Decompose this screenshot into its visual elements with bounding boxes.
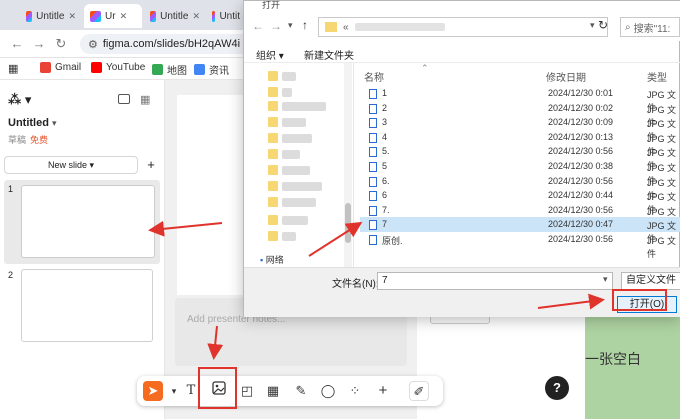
arrow-to-image-tool: [207, 325, 224, 360]
annotation-arrows: [148, 220, 605, 360]
arrow-to-slide: [148, 220, 223, 237]
arrow-to-open-button: [537, 293, 605, 310]
arrow-to-file-7: [308, 221, 363, 257]
